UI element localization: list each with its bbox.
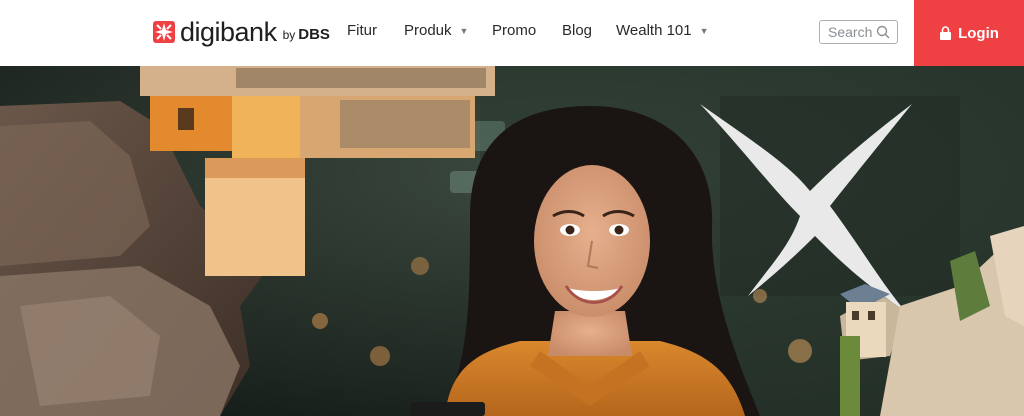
hero-banner-photo bbox=[0, 66, 1024, 416]
brand-by: by bbox=[282, 28, 296, 42]
dbs-star-icon bbox=[153, 21, 175, 43]
search-placeholder: Search bbox=[828, 24, 873, 40]
top-navbar: digibank by DBS Fitur Produk ▼ Promo Blo… bbox=[0, 0, 1024, 66]
digibank-logo[interactable]: digibank by DBS bbox=[150, 17, 330, 47]
nav-item-label: Produk bbox=[404, 22, 452, 39]
nav-item-label: Fitur bbox=[347, 22, 377, 39]
search-icon[interactable] bbox=[876, 25, 890, 39]
nav-item-wealth-101[interactable]: Wealth 101 ▼ bbox=[616, 22, 709, 39]
chevron-down-icon: ▼ bbox=[459, 26, 469, 36]
hero-banner[interactable] bbox=[0, 66, 1024, 416]
brand-company: DBS bbox=[298, 25, 330, 43]
nav-item-label: Blog bbox=[562, 22, 593, 39]
login-button[interactable]: Login bbox=[914, 0, 1024, 66]
search-box[interactable]: Search bbox=[819, 20, 898, 44]
nav-item-label: Wealth 101 bbox=[616, 22, 692, 39]
lock-icon bbox=[940, 26, 952, 40]
brand-name: digibank bbox=[180, 17, 277, 47]
nav-item-label: Promo bbox=[492, 22, 537, 39]
nav-item-produk[interactable]: Produk ▼ bbox=[404, 22, 468, 39]
nav-item-promo[interactable]: Promo bbox=[492, 22, 536, 39]
nav-item-fitur[interactable]: Fitur bbox=[347, 22, 377, 39]
login-label: Login bbox=[958, 24, 999, 42]
chevron-down-icon: ▼ bbox=[699, 26, 709, 36]
nav-item-blog[interactable]: Blog bbox=[562, 22, 592, 39]
